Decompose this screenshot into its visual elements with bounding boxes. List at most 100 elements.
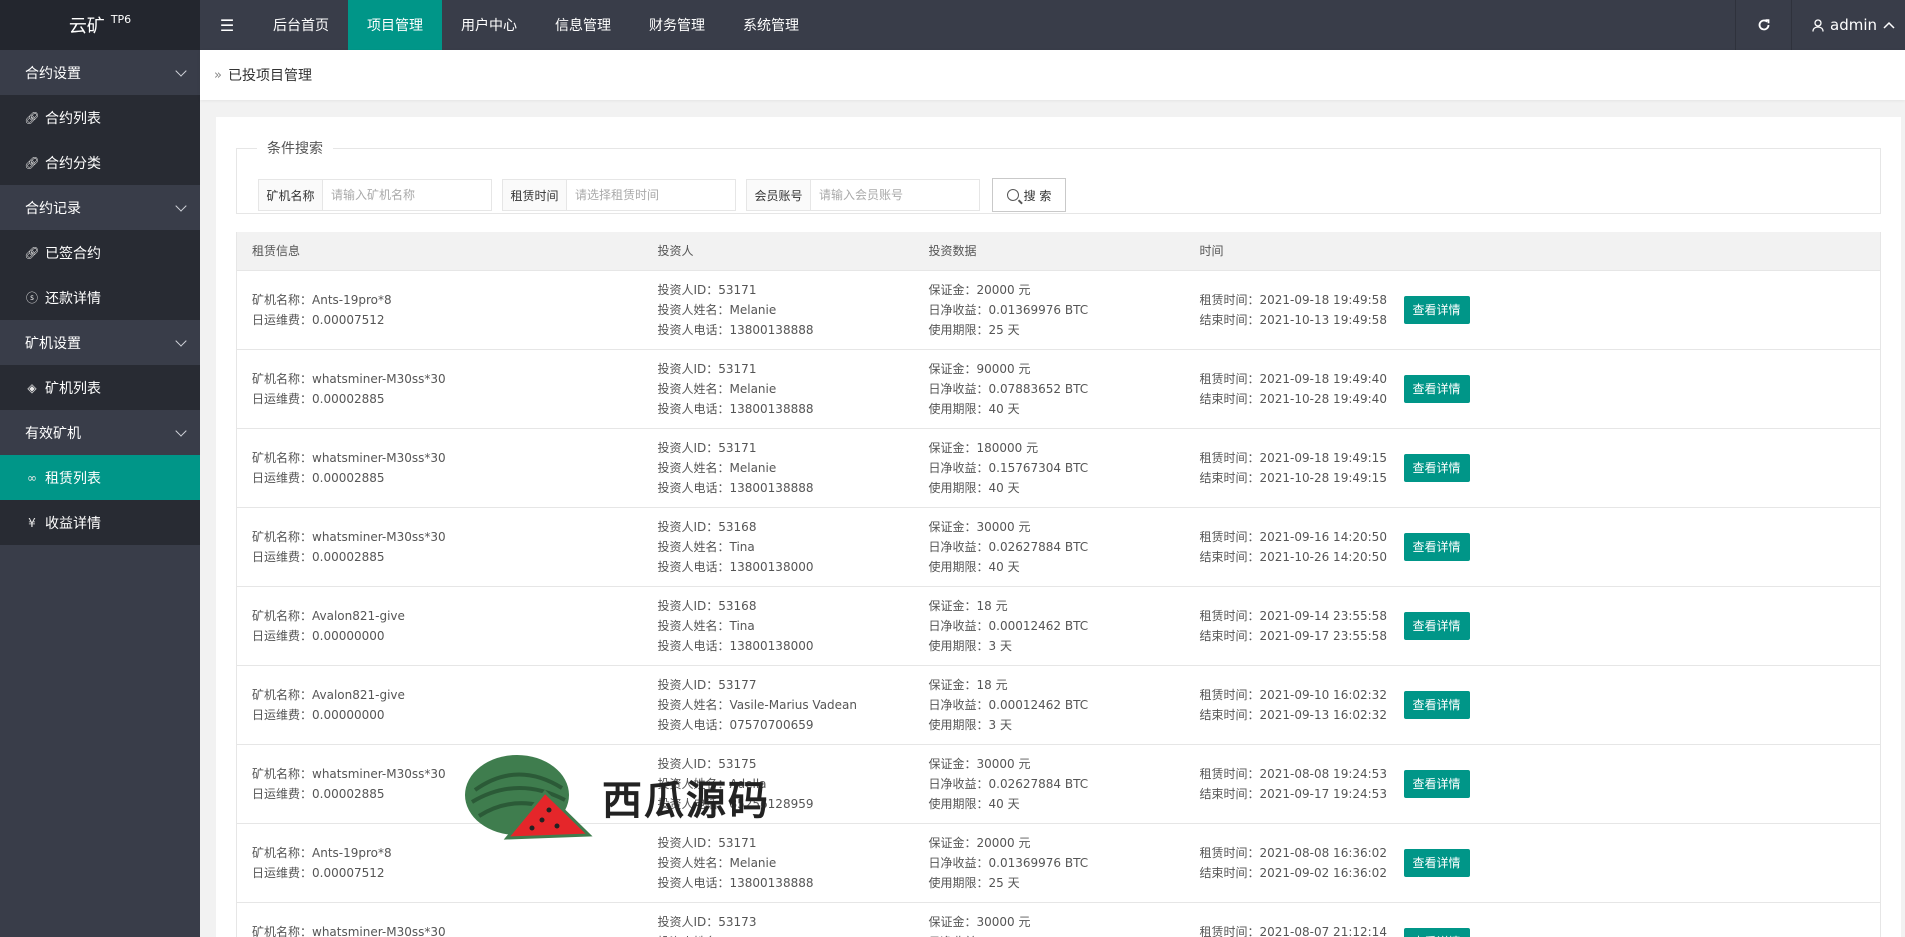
miner-name-field: 矿机名称 (258, 179, 492, 211)
sidebar-group-contract-settings[interactable]: 合约设置 (0, 50, 200, 95)
nav-item-dashboard[interactable]: 后台首页 (254, 0, 348, 50)
sidebar-item-contract-list[interactable]: 🔗︎ 合约列表 (0, 95, 200, 140)
investor-id: 投资人ID：53168 (657, 519, 757, 534)
miner-name-input[interactable] (323, 180, 491, 210)
nav-item-info[interactable]: 信息管理 (536, 0, 630, 50)
investor-name: 投资人姓名： (658, 932, 914, 937)
daily-income: 日净收益：0.00012462 BTC (928, 697, 1089, 712)
investor-phone: 投资人电话：13800138888 (657, 322, 814, 337)
nav-item-system[interactable]: 系统管理 (724, 0, 818, 50)
lease-start: 租赁时间：2021-09-16 14:20:50 (1199, 529, 1387, 544)
investor-phone: 投资人电话：13800138000 (657, 559, 814, 574)
lease-end: 结束时间：2021-09-17 19:24:53 (1199, 786, 1387, 801)
daily-income: 日净收益：0.02627884 BTC (928, 776, 1089, 791)
sidebar-group-label: 合约记录 (25, 200, 81, 217)
sidebar-item-label: 收益详情 (45, 515, 101, 532)
table-row: 矿机名称：whatsminer-M30ss*30日运维费：0.00002885投… (236, 902, 1881, 937)
chevron-down-icon (175, 334, 187, 347)
daily-fee: 日运维费：0.00000000 (252, 628, 385, 643)
action-cell: 查看详情 (1388, 823, 1881, 903)
sidebar-item-miner-list[interactable]: ◈ 矿机列表 (0, 365, 200, 410)
investor-phone: 投资人电话：13800138888 (657, 401, 814, 416)
sidebar-item-contract-category[interactable]: 🔗︎ 合约分类 (0, 140, 200, 185)
investment-cell: 保证金：20000 元日净收益：0.01369976 BTC 使用期限：25 天 (913, 823, 1185, 903)
deposit: 保证金：30000 元 (928, 519, 1031, 534)
dollar-icon: ⓢ (25, 291, 38, 305)
sidebar-group-label: 矿机设置 (25, 335, 81, 352)
view-details-button[interactable]: 查看详情 (1403, 453, 1470, 482)
daily-income: 日净收益：0.01369976 BTC (928, 302, 1089, 317)
sidebar-item-income-details[interactable]: ¥ 收益详情 (0, 500, 200, 545)
daily-income: 日净收益：0.01369976 BTC (928, 855, 1089, 870)
lease-time-input[interactable] (567, 180, 735, 210)
user-menu[interactable]: admin (1791, 0, 1905, 50)
deposit: 保证金：180000 元 (928, 440, 1039, 455)
watermelon-logo-icon (465, 755, 593, 840)
logo[interactable]: 云矿 TP6 (0, 0, 200, 50)
logo-text: 云矿 (68, 16, 105, 37)
term: 使用期限：25 天 (928, 322, 1020, 337)
lease-info-cell: 矿机名称：whatsminer-M30ss*30日运维费：0.00002885 (236, 902, 643, 937)
lease-end: 结束时间：2021-09-13 16:02:32 (1199, 707, 1387, 722)
view-details-button[interactable]: 查看详情 (1403, 374, 1470, 403)
refresh-icon[interactable] (1735, 0, 1791, 50)
sidebar-group-active-miners[interactable]: 有效矿机 (0, 410, 200, 455)
machine-name: 矿机名称：whatsminer-M30ss*30 (252, 529, 446, 544)
lease-end: 结束时间：2021-10-28 19:49:40 (1199, 391, 1387, 406)
time-cell: 租赁时间：2021-09-16 14:20:50 结束时间：2021-10-26 … (1184, 507, 1389, 587)
view-details-button[interactable]: 查看详情 (1403, 532, 1470, 561)
table-row: 矿机名称：Avalon821-give 日运维费：0.00000000 投资人ID：… (236, 586, 1881, 666)
daily-income: 日净收益： (929, 932, 1185, 937)
investment-cell: 保证金：30000 元日净收益：使用期限： (913, 902, 1185, 937)
nav-item-projects[interactable]: 项目管理 (348, 0, 442, 50)
view-details-button[interactable]: 查看详情 (1403, 611, 1470, 640)
investor-cell: 投资人ID：53173投资人姓名：投资人电话： (642, 902, 914, 937)
menu-toggle-icon[interactable]: ☰ (200, 0, 254, 50)
sidebar-group-miner-settings[interactable]: 矿机设置 (0, 320, 200, 365)
term: 使用期限：25 天 (928, 875, 1020, 890)
sidebar-item-lease-list[interactable]: ∞ 租赁列表 (0, 455, 200, 500)
search-button[interactable]: 搜 索 (992, 178, 1066, 212)
sidebar-item-label: 租赁列表 (45, 470, 101, 487)
investor-name: 投资人姓名：Melanie (657, 302, 777, 317)
sidebar-item-signed-contracts[interactable]: 🔗︎ 已签合约 (0, 230, 200, 275)
watermark: 西瓜源码 (457, 750, 817, 845)
deposit: 保证金：18 元 (928, 598, 1008, 613)
sidebar-item-label: 矿机列表 (45, 380, 101, 397)
watermark-text: 西瓜源码 (602, 777, 770, 824)
lease-info-cell: 矿机名称：whatsminer-M30ss*30日运维费：0.00002885 (236, 349, 643, 429)
time-cell: 租赁时间：2021-08-08 19:24:53 结束时间：2021-09-17 … (1184, 744, 1389, 824)
table-row: 矿机名称：whatsminer-M30ss*30日运维费：0.00002885 投… (236, 349, 1881, 429)
breadcrumb: » 已投项目管理 (200, 50, 1905, 100)
lease-start: 租赁时间：2021-09-18 19:49:40 (1199, 371, 1387, 386)
sidebar-group-label: 合约设置 (25, 65, 81, 82)
investment-cell: 保证金：90000 元日净收益：0.07883652 BTC 使用期限：40 天 (913, 349, 1185, 429)
investor-id: 投资人ID：53177 (657, 677, 757, 692)
field-label: 会员账号 (747, 180, 811, 210)
view-details-button[interactable]: 查看详情 (1403, 927, 1470, 937)
machine-name: 矿机名称：Avalon821-give (252, 608, 405, 623)
view-details-button[interactable]: 查看详情 (1403, 769, 1470, 798)
nav-item-users[interactable]: 用户中心 (442, 0, 536, 50)
investment-cell: 保证金：18 元日净收益：0.00012462 BTC 使用期限：3 天 (913, 665, 1185, 745)
sidebar: 合约设置 🔗︎ 合约列表 🔗︎ 合约分类 合约记录 🔗︎ 已签合约 ⓢ 还款详情 矿机设… (0, 50, 200, 937)
member-account-input[interactable] (811, 180, 979, 210)
chevron-down-icon (175, 424, 187, 437)
view-details-button[interactable]: 查看详情 (1403, 848, 1470, 877)
time-cell: 租赁时间：2021-09-18 19:49:15 结束时间：2021-10-28 … (1184, 428, 1389, 508)
view-details-button[interactable]: 查看详情 (1403, 295, 1470, 324)
sidebar-item-repayment-details[interactable]: ⓢ 还款详情 (0, 275, 200, 320)
investment-cell: 保证金：180000 元日净收益：0.15767304 BTC 使用期限：40 天 (913, 428, 1185, 508)
layers-icon: ◈ (27, 380, 37, 395)
time-cell: 租赁时间：2021-09-18 19:49:40 结束时间：2021-10-28 … (1184, 349, 1389, 429)
nav-item-finance[interactable]: 财务管理 (630, 0, 724, 50)
sidebar-group-contract-records[interactable]: 合约记录 (0, 185, 200, 230)
lease-end: 结束时间：2021-10-13 19:49:58 (1199, 312, 1387, 327)
view-details-button[interactable]: 查看详情 (1403, 690, 1470, 719)
field-label: 矿机名称 (259, 180, 323, 210)
investor-name: 投资人姓名：Melanie (657, 381, 777, 396)
deposit: 保证金：30000 元 (928, 756, 1031, 771)
investor-cell: 投资人ID：53171 投资人姓名：Melanie 投资人电话：1380013888… (642, 428, 914, 508)
link-icon: 🔗︎ (24, 245, 40, 260)
action-cell: 查看详情 (1388, 902, 1881, 937)
